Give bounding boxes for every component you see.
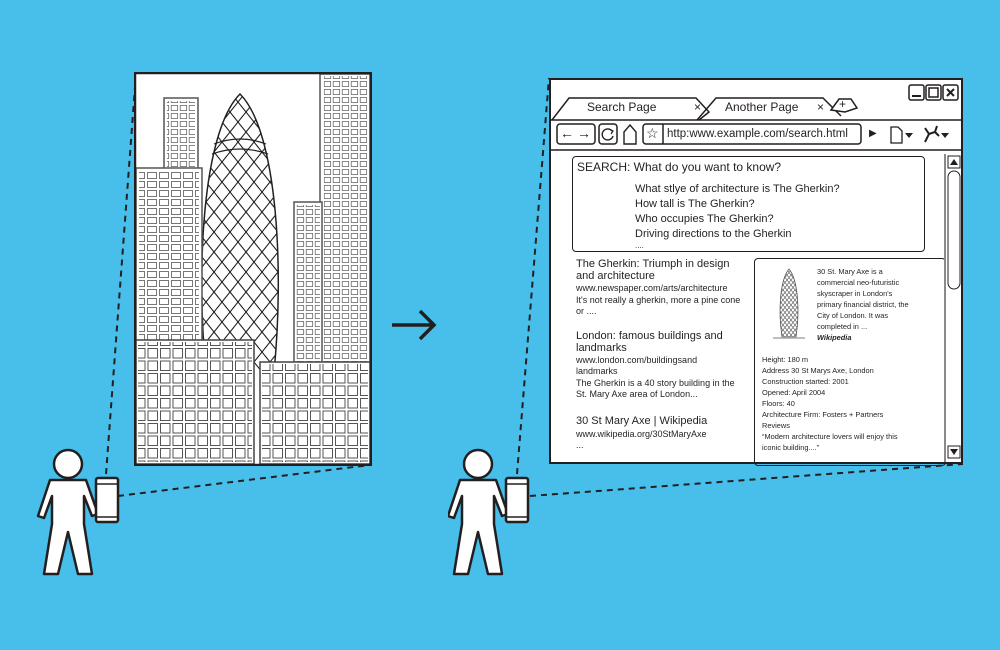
minimize-button [908,84,925,101]
new-tab-button[interactable]: + [839,97,846,111]
summary-line: City of London. It was [817,311,889,320]
person-icon-right [448,448,530,576]
city-skyline-photo [134,72,372,466]
search-suggestion[interactable]: Who occupies The Gherkin? [635,213,774,225]
fact-height: Height: 180 m [762,355,809,364]
vertical-scrollbar[interactable] [944,154,963,462]
search-results: The Gherkin: Triumph in design and archi… [576,258,756,458]
result-title[interactable]: landmarks [576,342,627,354]
tab-search-page[interactable]: Search Page × [561,100,701,118]
summary-line: commercial neo-futuristic [817,278,900,287]
page-menu-button[interactable] [889,125,915,145]
window-controls [908,83,960,103]
building-mid-left [135,167,203,369]
tab-label: Another Page [725,100,799,114]
gherkin-thumbnail [773,268,805,339]
phone-icon [94,476,120,524]
url-bar[interactable]: http:www.example.com/search.html [667,128,848,140]
tools-menu-button[interactable] [921,124,951,144]
back-button[interactable]: ← [560,125,574,141]
summary-line: primary financial district, the [817,300,909,309]
browser-window: Search Page × Another Page × + ← → ☆ htt… [549,78,963,466]
result-description: St. Mary Axe area of London... [576,389,698,399]
tab-another-page[interactable]: Another Page × [711,100,829,118]
result-description: It's not really a gherkin, more a pine c… [576,295,741,305]
person-icon-left [36,448,120,576]
search-box[interactable]: SEARCH: What do you want to know? What s… [572,156,925,252]
home-button[interactable] [622,124,638,145]
panel-source-link[interactable]: Wikipedia [817,333,851,342]
phone-icon [504,476,530,524]
tab-label: Search Page [587,100,657,114]
result-title[interactable]: and architecture [576,270,655,282]
result-description: ... [576,440,584,450]
fact-floors: Floors: 40 [762,399,795,408]
building-front-right [259,361,371,465]
view-line-left-top [105,73,137,475]
result-title[interactable]: 30 St Mary Axe | Wikipedia [576,415,707,427]
summary-line: skyscraper in London's [817,289,893,298]
fact-architect: Architecture Firm: Fosters + Partners [762,410,884,419]
result-description: The Gherkin is a 40 story building in th… [576,378,735,388]
tab-close-icon[interactable]: × [817,100,824,114]
building-front-left [135,339,255,465]
summary-line: 30 St. Mary Axe is a [817,267,883,276]
result-title[interactable]: The Gherkin: Triumph in design [576,258,729,270]
fact-construction: Construction started: 2001 [762,377,849,386]
search-suggestion-more: .... [635,241,644,250]
search-suggestion[interactable]: What stlye of architecture is The Gherki… [635,183,840,195]
search-suggestion[interactable]: Driving directions to the Gherkin [635,228,792,240]
review-quote: “Modern architecture lovers will enjoy t… [762,432,898,441]
result-url: landmarks [576,366,618,376]
result-url: www.newspaper.com/arts/architecture [576,283,728,293]
building-mid-right [293,201,323,373]
scroll-thumb [947,170,961,290]
result-description: or .... [576,306,597,316]
bookmark-star-icon[interactable]: ☆ [646,125,659,142]
forward-button[interactable]: → [577,125,591,141]
result-url: www.london.com/buildingsand [576,355,698,365]
fact-address: Address 30 St Marys Axe, London [762,366,874,375]
view-line-left-bottom [117,464,371,497]
fact-opened: Opened: April 2004 [762,388,826,397]
reload-button[interactable] [601,127,615,141]
search-suggestion[interactable]: How tall is The Gherkin? [635,198,755,210]
result-url: www.wikipedia.org/30StMaryAxe [576,429,707,439]
right-arrow-icon [392,309,437,341]
result-title[interactable]: London: famous buildings and [576,330,723,342]
summary-line: completed in ... [817,322,868,331]
view-line-right-top [516,77,550,475]
view-line-right-bottom [529,463,964,497]
review-quote: iconic building....” [762,443,820,452]
reviews-heading[interactable]: Reviews [762,421,790,430]
search-prompt: SEARCH: What do you want to know? [577,160,782,174]
tab-close-icon[interactable]: × [694,100,701,114]
knowledge-panel: 30 St. Mary Axe is a commercial neo-futu… [754,258,946,466]
play-icon[interactable]: ▶ [869,128,877,139]
